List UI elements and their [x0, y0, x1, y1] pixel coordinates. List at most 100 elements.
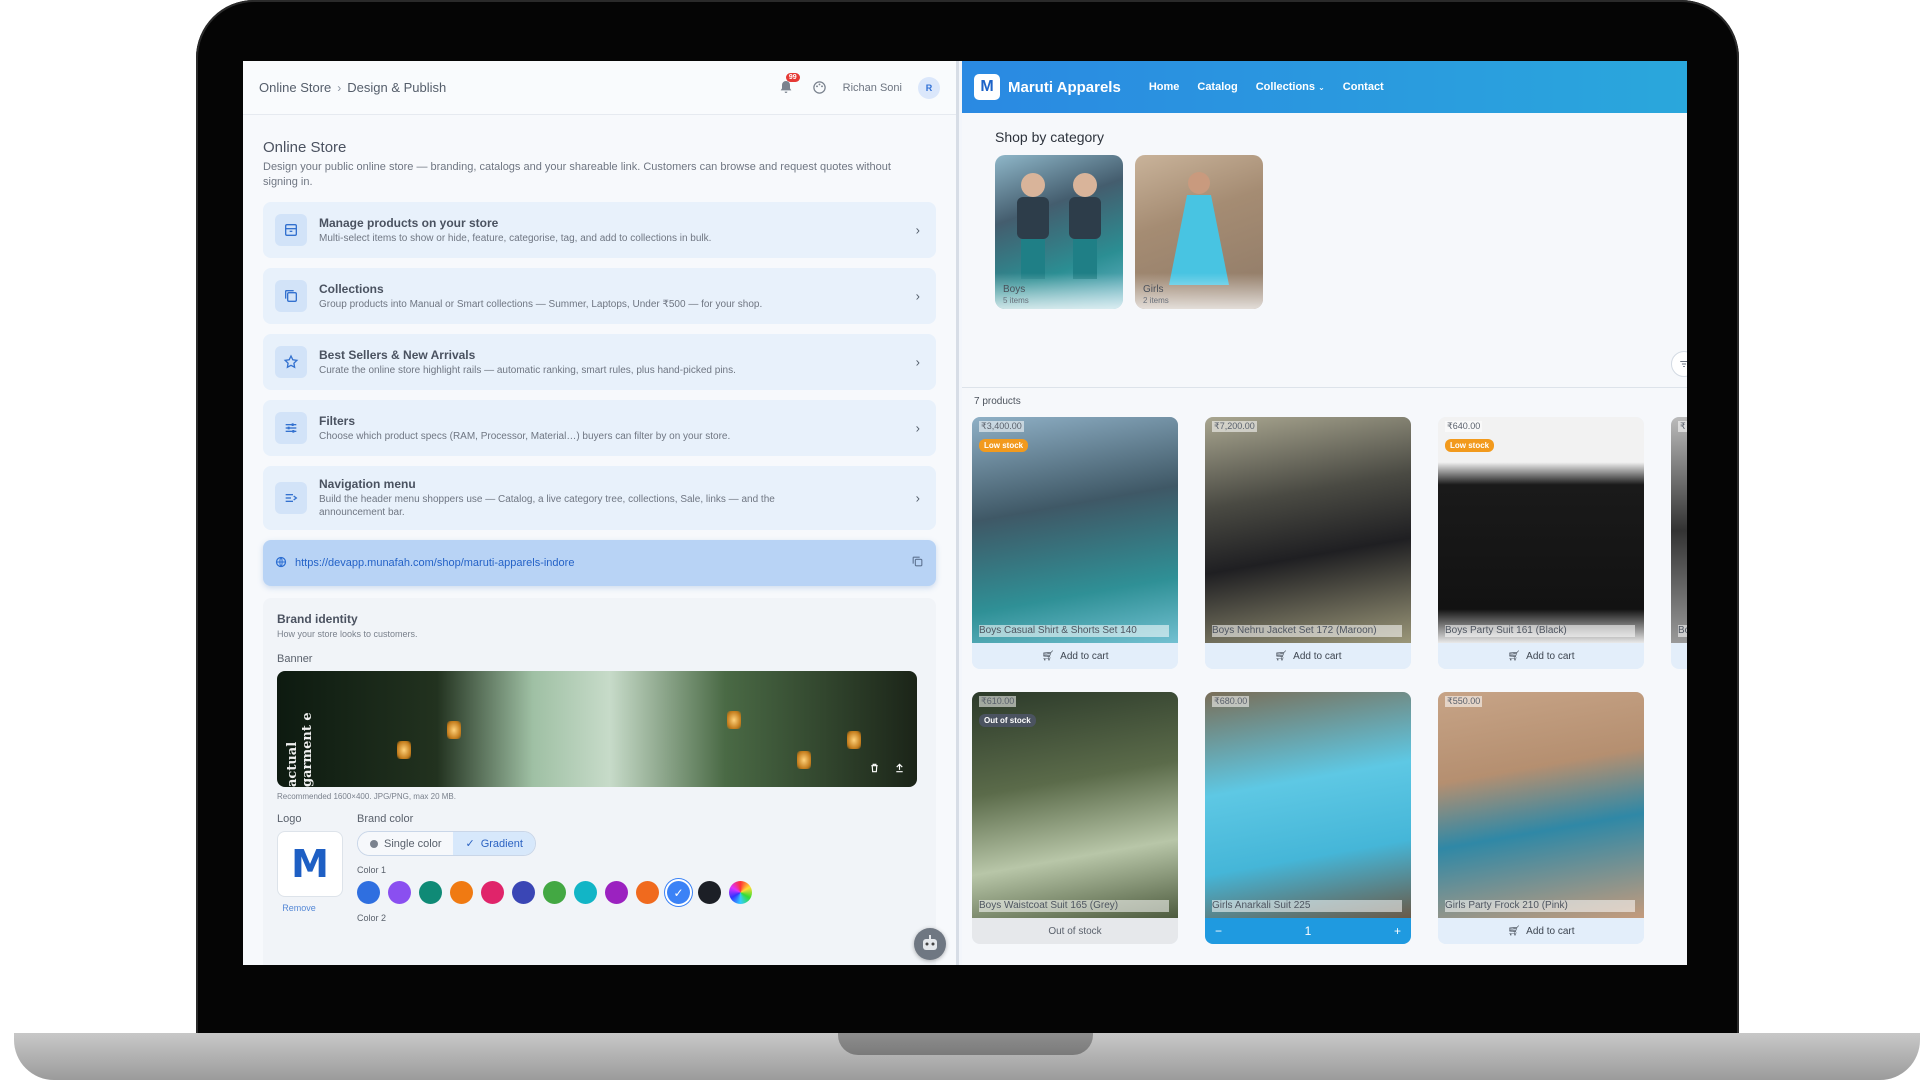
add-to-cart-button[interactable]: 🛒︎ Add to cart: [1438, 918, 1644, 944]
product-image: [1671, 417, 1687, 643]
swatch-orange[interactable]: [450, 881, 473, 904]
product-price: ₹: [1678, 421, 1687, 432]
store-navbar: M Maruti Apparels Home Catalog Collectio…: [962, 61, 1687, 113]
swatch-pink[interactable]: [481, 881, 504, 904]
menu-title: Filters: [319, 413, 356, 428]
brand-identity-subtitle: How your store looks to customers.: [277, 629, 418, 639]
swatch-purple[interactable]: [388, 881, 411, 904]
swatch-black[interactable]: [698, 881, 721, 904]
category-name: Girls: [1143, 284, 1164, 295]
category-card-boys[interactable]: Boys 5 items: [995, 155, 1123, 309]
product-card[interactable]: ₹3,400.00 Low stock Boys Casual Shirt & …: [972, 417, 1178, 669]
swatch-indigo[interactable]: [512, 881, 535, 904]
product-image: [1205, 692, 1411, 918]
gradient-option[interactable]: ✓ Gradient: [453, 832, 535, 855]
category-card-girls[interactable]: Girls 2 items: [1135, 155, 1263, 309]
store-name[interactable]: Maruti Apparels: [1008, 79, 1121, 96]
menu-subtitle: Multi-select items to show or hide, feat…: [319, 232, 712, 244]
menu-card-best-sellers[interactable]: Best Sellers & New Arrivals Curate the o…: [263, 334, 936, 390]
avatar[interactable]: R: [918, 76, 940, 99]
robot-icon: [923, 935, 937, 950]
lantern-glow: [397, 741, 411, 759]
nav-contact[interactable]: Contact: [1343, 81, 1384, 93]
single-color-option[interactable]: Single color: [358, 832, 454, 855]
nav-collections[interactable]: Collections ⌄: [1256, 81, 1325, 93]
check-icon: ✓: [465, 838, 475, 850]
cart-icon: 🛒︎: [1507, 650, 1521, 662]
out-of-stock-badge: Out of stock: [979, 714, 1036, 727]
product-price: ₹640.00: [1445, 421, 1483, 432]
chevron-down-icon: ⌄: [1318, 83, 1325, 92]
product-name: Girls Party Frock 210 (Pink): [1445, 900, 1635, 912]
custom-color-picker-icon[interactable]: [729, 881, 752, 904]
add-to-cart-label: Add to cart: [1526, 650, 1575, 662]
upload-icon[interactable]: [894, 762, 905, 777]
add-to-cart-button[interactable]: 🛒︎ Add to cart: [1205, 643, 1411, 669]
product-image: [1205, 417, 1411, 643]
product-card[interactable]: ₹680.00 Girls Anarkali Suit 225 − 1 +: [1205, 692, 1411, 944]
store-url-link[interactable]: https://devapp.munafah.com/shop/maruti-a…: [295, 557, 574, 569]
laptop-notch: [838, 1033, 1093, 1055]
menu-card-manage-products[interactable]: Manage products on your store Multi-sele…: [263, 202, 936, 258]
store-preview: M Maruti Apparels Home Catalog Collectio…: [962, 61, 1687, 965]
product-card-partial[interactable]: ₹ Bo: [1671, 417, 1687, 669]
chevron-right-icon: ›: [915, 354, 920, 370]
logo-preview[interactable]: M: [277, 831, 343, 897]
product-card[interactable]: ₹610.00 Out of stock Boys Waistcoat Suit…: [972, 692, 1178, 944]
decrement-button[interactable]: −: [1215, 924, 1222, 938]
copy-icon[interactable]: [911, 555, 924, 571]
user-name[interactable]: Richan Soni: [843, 82, 902, 94]
globe-icon: [275, 556, 287, 571]
notifications-button[interactable]: 99: [778, 72, 800, 97]
quantity-stepper: − 1 +: [1205, 918, 1411, 944]
swatch-violet[interactable]: [605, 881, 628, 904]
gradient-label: Gradient: [480, 837, 523, 850]
trash-icon[interactable]: [869, 762, 880, 777]
product-price: ₹3,400.00: [979, 421, 1024, 432]
menu-subtitle: Curate the online store highlight rails …: [319, 364, 736, 376]
store-url-bar[interactable]: https://devapp.munafah.com/shop/maruti-a…: [263, 540, 936, 586]
radio-dot-icon: [370, 839, 378, 848]
swatch-green[interactable]: [543, 881, 566, 904]
store-icon: [275, 214, 307, 246]
menu-card-collections[interactable]: Collections Group products into Manual o…: [263, 268, 936, 324]
assistant-bot-button[interactable]: [914, 928, 946, 960]
product-card[interactable]: ₹550.00 Girls Party Frock 210 (Pink) 🛒︎ A…: [1438, 692, 1644, 944]
logo-mark: M: [291, 842, 329, 886]
swatch-blue[interactable]: [357, 881, 380, 904]
breadcrumb-online-store[interactable]: Online Store: [259, 80, 331, 95]
quantity-value: 1: [1304, 924, 1312, 938]
notification-count: 99: [785, 72, 800, 82]
add-to-cart-button[interactable]: 🛒︎ Add to cart: [1438, 643, 1644, 669]
collections-icon: [275, 280, 307, 312]
color1-swatches: ✓: [357, 881, 922, 904]
banner-overlay-text: actual garment e: [285, 712, 315, 787]
banner-label: Banner: [277, 653, 313, 665]
filter-button[interactable]: [1671, 351, 1687, 377]
check-icon: ✓: [673, 885, 684, 900]
add-to-cart-button[interactable]: 🛒︎ Add to cart: [972, 643, 1178, 669]
swatch-selected-blue[interactable]: ✓: [667, 881, 690, 904]
category-section-title: Shop by category: [995, 129, 1104, 145]
store-logo[interactable]: M: [974, 74, 1000, 100]
product-name: Boys Party Suit 161 (Black): [1445, 625, 1635, 637]
nav-catalog[interactable]: Catalog: [1197, 81, 1237, 93]
filter-icon: [1680, 360, 1687, 368]
menu-title: Manage products on your store: [319, 215, 499, 230]
product-card[interactable]: ₹7,200.00 Boys Nehru Jacket Set 172 (Mar…: [1205, 417, 1411, 669]
product-card[interactable]: ₹640.00 Low stock Boys Party Suit 161 (B…: [1438, 417, 1644, 669]
increment-button[interactable]: +: [1394, 924, 1401, 938]
banner-image[interactable]: actual garment e: [277, 671, 917, 787]
swatch-cyan[interactable]: [574, 881, 597, 904]
menu-icon: [275, 482, 307, 514]
palette-icon[interactable]: [812, 80, 827, 95]
chevron-right-icon: ›: [915, 222, 920, 238]
category-name: Boys: [1003, 284, 1026, 295]
menu-card-navigation[interactable]: Navigation menu Build the header menu sh…: [263, 466, 936, 530]
nav-home[interactable]: Home: [1149, 81, 1180, 93]
swatch-deep-orange[interactable]: [636, 881, 659, 904]
menu-card-filters[interactable]: Filters Choose which product specs (RAM,…: [263, 400, 936, 456]
logo-remove-link[interactable]: Remove: [277, 903, 321, 913]
breadcrumb-separator: ›: [337, 80, 342, 95]
swatch-teal[interactable]: [419, 881, 442, 904]
